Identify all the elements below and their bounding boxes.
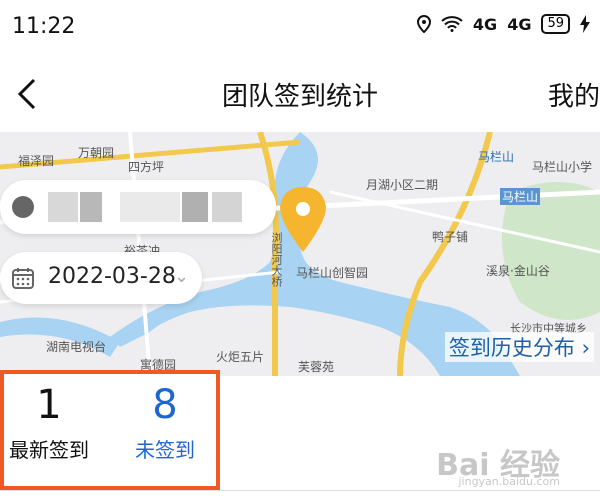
- map-label: 马栏山: [500, 188, 541, 205]
- history-distribution-link[interactable]: 签到历史分布 ›: [444, 332, 594, 362]
- chevron-down-icon: ⌄: [174, 266, 190, 287]
- status-bar: 11:22 4G 4G 59: [0, 0, 600, 58]
- map-label: 溪泉·金山谷: [486, 264, 550, 278]
- divider: [0, 490, 600, 491]
- location-field[interactable]: [0, 180, 276, 234]
- map-label: 湖南电视台: [46, 340, 107, 354]
- battery-icon: 59: [541, 14, 570, 34]
- date-value: 2022-03-28: [48, 264, 176, 289]
- redacted-text: [80, 192, 102, 222]
- map-label: 月湖小区二期: [366, 178, 439, 192]
- 4g-icon: 4G: [507, 14, 532, 34]
- charging-icon: [580, 15, 590, 33]
- date-picker[interactable]: 2022-03-28 ⌄: [0, 252, 202, 304]
- unsigned-label: 未签到: [135, 438, 195, 462]
- my-tab[interactable]: 我的: [548, 76, 600, 113]
- checkin-stats-panel: 1 最新签到 8 未签到: [0, 370, 220, 490]
- watermark-url: jingyan.baidu.com: [458, 475, 560, 488]
- page-title: 团队签到统计: [221, 82, 378, 112]
- latest-checkin-label: 最新签到: [9, 438, 89, 462]
- map-label: 四方坪: [128, 160, 165, 174]
- redacted-text: [48, 192, 78, 222]
- latest-checkin-count: 1: [36, 382, 62, 428]
- globe-icon: [12, 196, 34, 218]
- map-label: 万朝园: [78, 146, 115, 160]
- redacted-text: [212, 192, 242, 222]
- map-label: 福泽园: [18, 154, 55, 168]
- map-label: 火炬五片: [216, 350, 265, 364]
- map-label: 浏阳河大桥: [270, 232, 283, 287]
- calendar-icon: [12, 268, 34, 289]
- map-label: 马栏山: [478, 150, 515, 164]
- map-label: 鸭子铺: [432, 230, 469, 244]
- status-icons: 4G 4G 59: [416, 14, 590, 34]
- app-header: 团队签到统计 我的: [0, 58, 600, 130]
- status-time: 11:22: [12, 14, 76, 39]
- redacted-text: [182, 192, 208, 222]
- redacted-text: [120, 192, 180, 222]
- map-label: 马栏山小学: [532, 160, 593, 174]
- location-icon: [416, 15, 431, 33]
- latest-checkin-stat[interactable]: 1 最新签到: [4, 382, 94, 463]
- 4g-icon: 4G: [472, 14, 498, 34]
- chevron-right-icon: ›: [581, 336, 590, 360]
- unsigned-stat[interactable]: 8 未签到: [120, 382, 210, 463]
- unsigned-count: 8: [152, 382, 178, 428]
- wifi-icon: [441, 16, 463, 32]
- history-link-label: 签到历史分布: [448, 336, 575, 360]
- map-label: 马栏山创智园: [296, 266, 369, 280]
- map-label: 芙蓉苑: [298, 360, 335, 374]
